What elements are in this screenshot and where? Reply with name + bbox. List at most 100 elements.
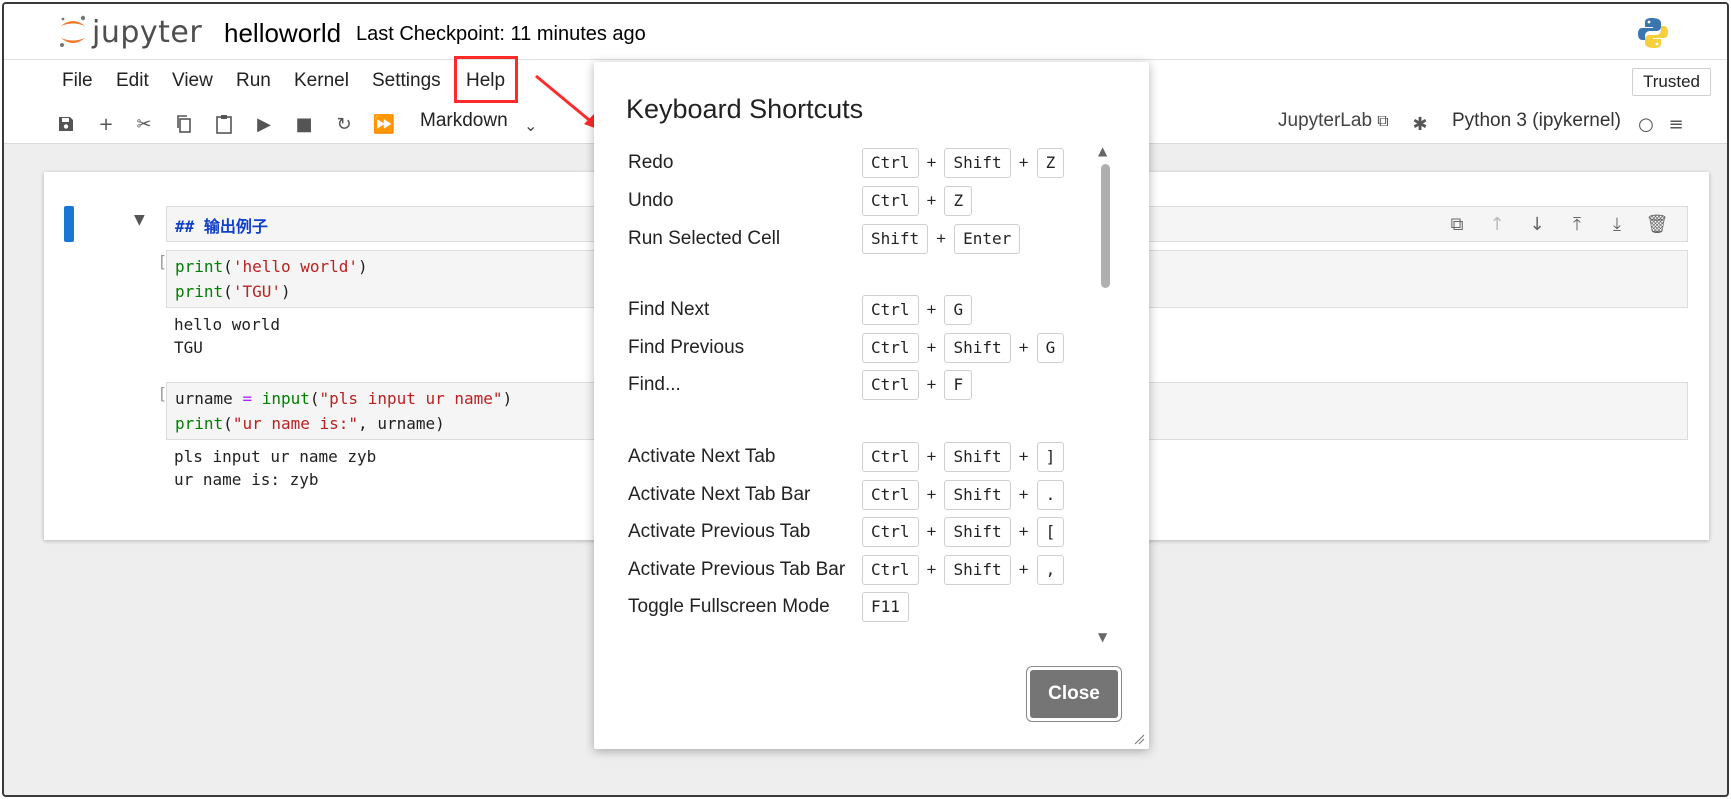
menu-view[interactable]: View <box>172 70 213 92</box>
shortcut-keys: Ctrl + Shift +] <box>862 440 1065 474</box>
debugger-icon[interactable]: ✱ <box>1408 112 1432 136</box>
jupyter-logo[interactable]: jupyter <box>58 12 202 52</box>
insert-above-icon[interactable]: ⤒ <box>1564 212 1590 236</box>
jupyterlab-label: JupyterLab <box>1278 110 1373 131</box>
key-cap: G <box>1036 333 1065 363</box>
run-all-icon[interactable]: ⏩ <box>372 112 396 136</box>
key-cap: Ctrl <box>862 295 919 325</box>
scrollbar[interactable]: ▲ ▼ <box>1098 144 1112 644</box>
jupyterlab-link[interactable]: JupyterLab ⧉ <box>1278 110 1389 132</box>
shortcut-row: Run Selected Cell Shift + Enter <box>626 222 1096 256</box>
shortcut-label: Find Previous <box>628 337 745 358</box>
key-plus: + <box>926 522 937 541</box>
shortcut-label: Activate Previous Tab Bar <box>628 559 846 580</box>
key-cap: F <box>944 370 973 400</box>
scroll-down-icon[interactable]: ▼ <box>1098 630 1107 644</box>
key-cap: Shift <box>944 442 1011 472</box>
active-cell-indicator[interactable] <box>64 206 74 242</box>
scroll-thumb[interactable] <box>1101 164 1110 288</box>
key-plus: + <box>926 560 937 579</box>
shortcut-label: Activate Next Tab Bar <box>628 484 811 505</box>
shortcut-keys: Ctrl + Shift + Z <box>862 146 1065 180</box>
key-cap: Shift <box>944 333 1011 363</box>
python-logo-icon <box>1638 18 1668 48</box>
key-cap: Ctrl <box>862 517 919 547</box>
key-cap: Ctrl <box>862 480 919 510</box>
dialog-title: Keyboard Shortcuts <box>626 94 864 124</box>
logo-text: jupyter <box>92 14 203 50</box>
key-plus: + <box>926 338 937 357</box>
shortcut-keys: F11 <box>862 590 909 624</box>
menu-file[interactable]: File <box>62 70 93 92</box>
kernel-name[interactable]: Python 3 (ipykernel) <box>1452 110 1621 132</box>
shortcut-keys: Ctrl + Z <box>862 184 973 218</box>
key-plus: + <box>936 229 947 248</box>
shortcut-row: Toggle Fullscreen Mode F11 <box>626 590 1096 624</box>
paste-icon[interactable] <box>212 112 236 136</box>
key-cap: Ctrl <box>862 333 919 363</box>
menu-run[interactable]: Run <box>236 70 271 92</box>
key-cap: Ctrl <box>862 370 919 400</box>
run-icon[interactable]: ▶ <box>252 112 276 136</box>
shortcut-label: Redo <box>628 152 674 173</box>
external-link-icon: ⧉ <box>1377 111 1389 130</box>
shortcut-keys: Ctrl + G <box>862 293 973 327</box>
shortcut-row: Find Previous Ctrl + Shift + G <box>626 331 1096 365</box>
shortcut-keys: Ctrl + Shift + G <box>862 331 1065 365</box>
shortcut-list[interactable]: Redo Ctrl + Shift + Z Undo Ctrl + Z Run Selected C… <box>626 144 1096 644</box>
key-cap: , <box>1036 555 1065 585</box>
restart-icon[interactable]: ↻ <box>332 112 356 136</box>
menu-icon[interactable]: ≡ <box>1664 112 1688 136</box>
key-cap: Z <box>944 186 973 216</box>
shortcut-row: Activate Previous Tab Bar Ctrl + Shift +, <box>626 553 1096 587</box>
move-up-icon[interactable]: ↑ <box>1484 212 1510 236</box>
cut-icon[interactable]: ✂ <box>132 112 156 136</box>
copy-icon[interactable] <box>172 112 196 136</box>
jupyter-logo-icon <box>60 15 86 47</box>
shortcut-label: Find Next <box>628 299 710 320</box>
close-button[interactable]: Close <box>1030 670 1118 718</box>
shortcut-row: Activate Previous Tab Ctrl + Shift + [ <box>626 515 1096 549</box>
scroll-up-icon[interactable]: ▲ <box>1098 144 1107 158</box>
key-plus: + <box>926 485 937 504</box>
key-plus: + <box>926 153 937 172</box>
key-cap: . <box>1036 480 1065 510</box>
notebook-title[interactable]: helloworld <box>224 18 341 49</box>
menu-edit[interactable]: Edit <box>116 70 149 92</box>
key-cap: Shift <box>944 148 1011 178</box>
key-cap: Z <box>1036 148 1065 178</box>
key-plus: + <box>1018 153 1029 172</box>
save-icon[interactable] <box>54 112 78 136</box>
kernel-status-icon: ○ <box>1638 113 1654 135</box>
markdown-source[interactable]: ## 输出例子 <box>175 213 268 237</box>
checkpoint-status: Last Checkpoint: 11 minutes ago <box>356 23 646 45</box>
menu-settings[interactable]: Settings <box>372 70 441 92</box>
key-plus: + <box>1018 447 1029 466</box>
cell-type-select[interactable]: Markdown <box>420 110 508 132</box>
key-cap: Shift <box>944 480 1011 510</box>
app-window: jupyter helloworld Last Checkpoint: 11 m… <box>2 2 1729 797</box>
duplicate-cell-icon[interactable]: ⧉ <box>1444 212 1470 236</box>
shortcut-keys: Ctrl + Shift +, <box>862 553 1065 587</box>
collapse-caret-icon[interactable]: ▼ <box>134 212 145 228</box>
shortcut-label: Find... <box>628 374 681 395</box>
resize-grip-icon[interactable] <box>1133 733 1145 745</box>
insert-below-icon[interactable]: ⤓ <box>1604 212 1630 236</box>
output-line: pls input ur name zyb <box>174 447 377 466</box>
add-cell-icon[interactable]: + <box>94 112 118 136</box>
shortcut-row: Redo Ctrl + Shift + Z <box>626 146 1096 180</box>
menu-kernel[interactable]: Kernel <box>294 70 349 92</box>
stop-icon[interactable]: ■ <box>292 112 316 136</box>
output-line: TGU <box>174 338 203 357</box>
trusted-badge[interactable]: Trusted <box>1631 68 1711 96</box>
move-down-icon[interactable]: ↓ <box>1524 212 1550 236</box>
shortcut-keys: Ctrl + Shift + [ <box>862 515 1065 549</box>
shortcut-keys: Ctrl + F <box>862 368 973 402</box>
key-cap: F11 <box>862 592 909 622</box>
key-plus: + <box>926 375 937 394</box>
key-plus: + <box>1018 522 1029 541</box>
key-cap: Enter <box>954 224 1021 254</box>
shortcut-row: Find... Ctrl + F <box>626 368 1096 402</box>
cell-output: pls input ur name zyb ur name is: zyb <box>174 445 376 491</box>
delete-cell-icon[interactable]: 🗑 <box>1644 212 1670 236</box>
